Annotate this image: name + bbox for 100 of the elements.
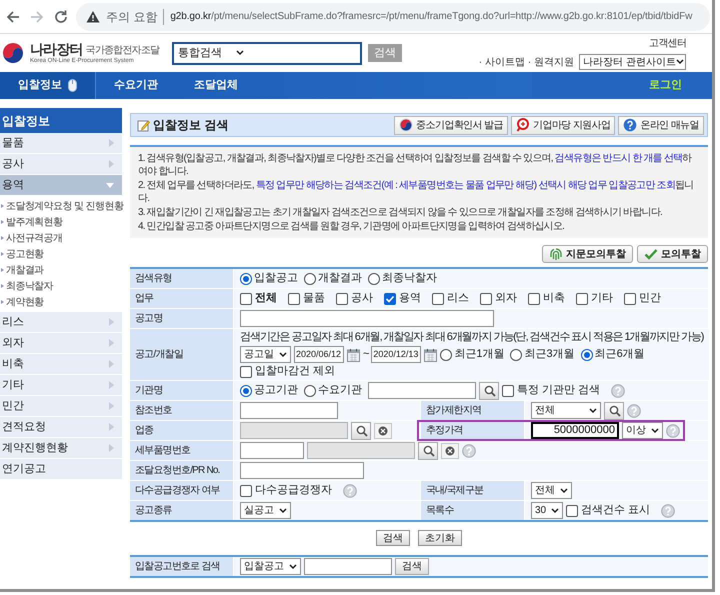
submenu-item[interactable]: 발주계획현황 <box>0 214 122 230</box>
header-link[interactable]: · 사이트맵 <box>478 54 525 70</box>
date-field[interactable]: 2020/06/12 <box>294 346 344 363</box>
header-action-button[interactable]: 기업마당 지원사업 <box>511 116 616 134</box>
radio-button[interactable] <box>240 272 252 284</box>
checkbox-label: 비축 <box>543 291 565 306</box>
search-button[interactable] <box>418 442 438 460</box>
caret-icon <box>279 352 287 358</box>
form-button[interactable]: 초기화 <box>418 530 462 546</box>
checkbox[interactable] <box>384 292 396 304</box>
search-button[interactable] <box>604 402 624 420</box>
text-field[interactable] <box>368 382 476 399</box>
checkbox[interactable] <box>240 484 252 496</box>
field-label: 공고/개찰일 <box>130 329 233 380</box>
radio-label: 최근1개월 <box>454 347 504 362</box>
search-button[interactable] <box>351 422 371 440</box>
mock-bid-button[interactable]: 지문모의투찰 <box>542 245 633 263</box>
checkbox[interactable] <box>528 292 540 304</box>
notice-text: 3. 재입찰기간이 긴 재입찰공고는 초기 개찰일자 검색조건으로 검색되지 않을 수 있으므로 개찰일자를 조정해 검색하시기 바랍니다. <box>138 206 664 219</box>
text-field[interactable] <box>240 462 364 479</box>
radio-button[interactable] <box>368 272 380 284</box>
calendar-icon[interactable] <box>424 348 438 362</box>
sidebar-item[interactable]: 계약진행현황 <box>0 438 122 459</box>
radio-button[interactable] <box>580 348 593 360</box>
submenu-item[interactable]: 계약현황 <box>0 294 122 310</box>
nav-tab[interactable]: 입찰정보 <box>0 72 96 99</box>
search-field[interactable]: 통합검색 <box>172 42 362 64</box>
search-icon <box>608 404 620 417</box>
header-link[interactable]: · 원격지원 <box>528 54 574 70</box>
calendar-icon[interactable] <box>347 348 360 362</box>
bullet-icon <box>1 204 4 208</box>
checkbox[interactable] <box>432 292 444 304</box>
checkbox-label: 전체 <box>255 291 277 306</box>
sidebar-item[interactable]: 용역 <box>0 175 122 196</box>
text-field[interactable] <box>304 558 392 575</box>
scope-select[interactable]: 통합검색 <box>178 44 244 62</box>
checkbox[interactable] <box>624 292 636 304</box>
sidebar-item[interactable]: 비축 <box>0 354 122 375</box>
clear-button[interactable] <box>374 422 392 438</box>
address-bar[interactable]: 주의 요함 g2b.go.kr/pt/menu/selectSubFrame.do?framesrc=/pt/menu/frameTgong.do?url=http://www.g2b.go.kr:8101/ep/tbid/tbidFw <box>76 2 710 30</box>
header-action-button[interactable]: 중소기업확인서 발급 <box>394 116 508 134</box>
checkbox[interactable] <box>576 292 588 304</box>
submenu-item[interactable]: 사전규격공개 <box>0 230 122 246</box>
form-button[interactable]: 검색 <box>376 530 410 546</box>
nav-tab[interactable]: 조달업체 <box>176 72 256 99</box>
sidebar-item[interactable]: 견적요청 <box>0 417 122 438</box>
inline-text: ~ <box>363 347 368 362</box>
dropdown[interactable]: 전체 <box>531 402 601 419</box>
date-field[interactable]: 2020/12/13 <box>371 346 422 363</box>
sidebar-item[interactable]: 공사 <box>0 154 122 175</box>
radio-label: 최근6개월 <box>594 347 645 362</box>
radio-button[interactable] <box>304 384 316 396</box>
clear-icon <box>445 446 455 456</box>
text-field[interactable] <box>240 402 338 419</box>
dropdown[interactable]: 실공고 <box>240 502 291 519</box>
sidebar-item[interactable]: 물품 <box>0 133 122 154</box>
checkbox[interactable] <box>480 292 492 304</box>
customer-center-link[interactable]: 고객센터 <box>649 36 686 51</box>
submenu-item[interactable]: 개찰결과 <box>0 262 122 278</box>
field-label: 공고명 <box>130 309 233 328</box>
clear-button[interactable] <box>441 442 459 458</box>
clear-icon <box>378 426 388 436</box>
search-button[interactable] <box>479 382 499 400</box>
dropdown[interactable]: 전체 <box>531 482 572 499</box>
checkbox[interactable] <box>336 292 348 304</box>
text-field[interactable]: 5000000000 <box>531 422 619 439</box>
radio-button[interactable] <box>440 348 452 360</box>
dropdown[interactable]: 입찰공고 <box>240 558 301 575</box>
text-field[interactable] <box>240 310 494 327</box>
nav-tab[interactable]: 수요기관 <box>96 72 176 99</box>
related-sites-select[interactable]: 나라장터 관련사이트 <box>579 54 686 70</box>
submenu-item[interactable]: 조달청계약요청 및 진행현황 <box>0 198 122 214</box>
mock-bid-button[interactable]: 모의투찰 <box>637 245 708 263</box>
checkbox[interactable] <box>566 504 578 516</box>
radio-button[interactable] <box>510 348 522 360</box>
checkbox[interactable] <box>288 292 300 304</box>
form-button[interactable]: 검색 <box>395 558 429 575</box>
checkbox[interactable] <box>240 366 252 378</box>
checkbox[interactable] <box>240 292 252 304</box>
sidebar-item[interactable]: 리스 <box>0 312 122 333</box>
field-label: 세부품명번호 <box>130 441 233 460</box>
radio-button[interactable] <box>304 272 316 284</box>
dropdown[interactable]: 공고일 <box>240 346 291 363</box>
dropdown[interactable]: 이상 <box>622 422 663 439</box>
radio-button[interactable] <box>240 384 252 396</box>
reload-icon[interactable] <box>52 8 70 26</box>
submenu-item[interactable]: 최종낙찰자 <box>0 278 122 294</box>
login-link[interactable]: 로그인 <box>649 77 682 94</box>
sidebar-item[interactable]: 기타 <box>0 375 122 396</box>
inline-text: 검색기간은 공고일자 최대 6개월, 개찰일자 최대 6개월까지 가능(단, 검색건수 표시 적용은 1개월까지만 가능) <box>240 330 704 346</box>
sidebar-item[interactable]: 민간 <box>0 396 122 417</box>
sidebar-item[interactable]: 연기공고 <box>0 459 122 480</box>
header-action-button[interactable]: 온라인 매뉴얼 <box>618 116 704 134</box>
checkbox[interactable] <box>502 384 514 396</box>
text-field[interactable] <box>240 442 304 459</box>
arrow-icon <box>109 360 114 368</box>
submenu-item[interactable]: 공고현황 <box>0 246 122 262</box>
sidebar-item[interactable]: 외자 <box>0 333 122 354</box>
checkbox-label: 검색건수 표시 <box>581 503 650 518</box>
dropdown[interactable]: 30 <box>531 502 564 519</box>
